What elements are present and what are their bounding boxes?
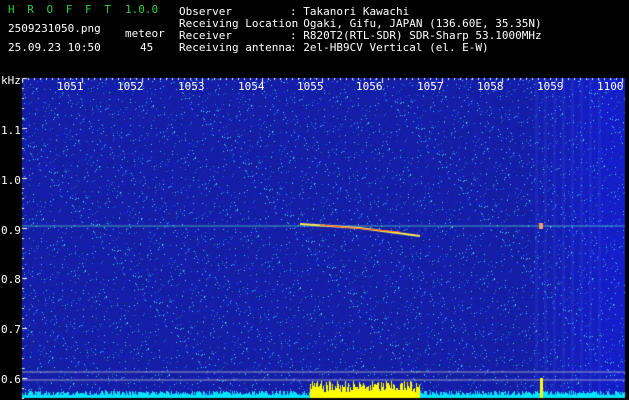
time-label: 1100 (597, 80, 624, 93)
time-label: 1057 (417, 80, 444, 93)
app-title: H R O F F T (8, 3, 114, 16)
time-label: 1055 (297, 80, 324, 93)
freq-label: 0.9 (1, 224, 21, 237)
freq-label: 0.8 (1, 273, 21, 286)
time-label: 1056 (356, 80, 383, 93)
info-antenna-value: : 2el-HB9CV Vertical (el. E-W) (290, 41, 489, 54)
meteor-count: 45 (140, 41, 154, 54)
time-label: 1053 (178, 80, 205, 93)
freq-label: 0.7 (1, 323, 21, 336)
time-label: 1058 (477, 80, 504, 93)
app-version: 1.0.0 (125, 3, 159, 16)
freq-label: 1.0 (1, 174, 21, 187)
freq-label: 1.1 (1, 124, 21, 137)
meteor-label: meteor (125, 27, 165, 40)
time-label: 1059 (537, 80, 564, 93)
file-name: 2509231050.png (8, 22, 101, 35)
freq-label: 0.6 (1, 373, 21, 386)
time-label: 1052 (117, 80, 144, 93)
file-datetime: 25.09.23 10:50 (8, 41, 101, 54)
spectrogram (0, 0, 629, 400)
axis-unit: kHz (1, 74, 21, 87)
time-label: 1051 (57, 80, 84, 93)
info-antenna-key: Receiving antenna (179, 41, 292, 54)
time-label: 1054 (238, 80, 265, 93)
